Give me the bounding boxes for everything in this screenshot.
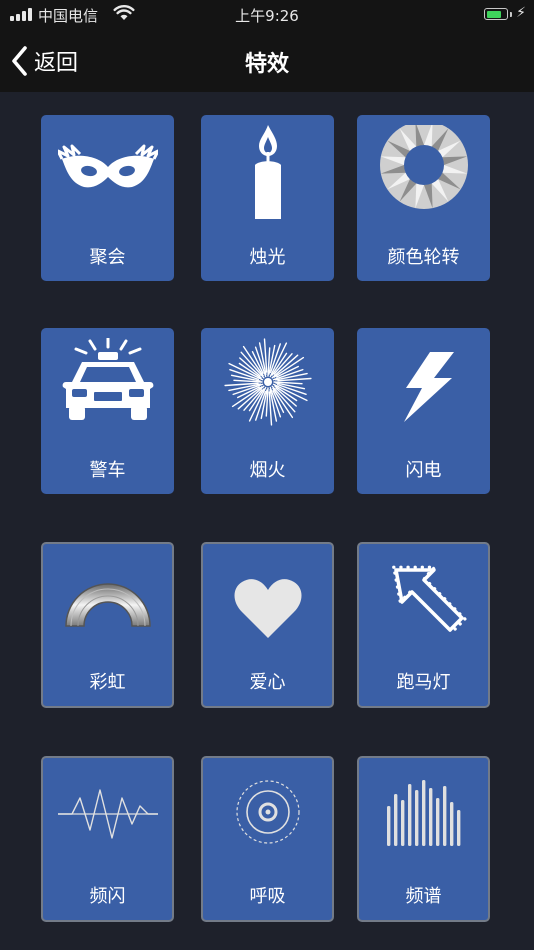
effect-tile-heart[interactable]: 爱心 — [201, 542, 334, 708]
police-car-icon — [62, 338, 153, 420]
effect-label: 警车 — [89, 460, 126, 481]
status-bar: 中国电信 上午9:26 ⚡ — [0, 0, 534, 30]
effect-label: 颜色轮转 — [387, 247, 460, 268]
effect-label: 彩虹 — [89, 672, 126, 693]
party-mask-icon — [57, 144, 158, 188]
effect-tile-fireworks[interactable]: 烟火 — [201, 328, 334, 494]
page-title: 特效 — [244, 52, 289, 77]
battery-icon — [484, 8, 508, 20]
status-time: 上午9:26 — [235, 7, 299, 25]
effect-tile-rainbow[interactable]: 彩虹 — [41, 542, 174, 708]
effect-label: 呼吸 — [249, 886, 286, 907]
charging-bolt-icon: ⚡ — [516, 5, 526, 21]
effect-tile-party[interactable]: 聚会 — [41, 115, 174, 281]
effect-label: 跑马灯 — [396, 672, 451, 693]
breathing-circle-icon — [235, 780, 300, 844]
lightning-icon — [403, 352, 454, 422]
effect-tile-lightning[interactable]: 闪电 — [357, 328, 490, 494]
effect-tile-police-car[interactable]: 警车 — [41, 328, 174, 494]
heart-icon — [234, 579, 301, 638]
effect-label: 频闪 — [89, 886, 126, 907]
fireworks-icon — [223, 338, 312, 426]
effect-tile-breathing[interactable]: 呼吸 — [201, 756, 334, 922]
effect-label: 爱心 — [249, 672, 286, 693]
effects-grid: 聚会 烛光 颜色轮转 警车 烟火 闪电 彩虹 爱心 跑马灯 频闪 呼吸 频谱 — [0, 92, 534, 950]
effect-label: 聚会 — [89, 247, 126, 268]
effect-tile-marquee[interactable]: 跑马灯 — [357, 542, 490, 708]
effect-label: 烛光 — [249, 247, 286, 268]
strobe-wave-icon — [57, 789, 158, 839]
navigation-bar: 返回 特效 — [0, 30, 534, 92]
effect-label: 频谱 — [405, 886, 442, 907]
battery-cap — [510, 12, 512, 17]
candle-icon — [254, 125, 281, 219]
effect-tile-strobe[interactable]: 频闪 — [41, 756, 174, 922]
effect-tile-candle[interactable]: 烛光 — [201, 115, 334, 281]
marquee-arrow-icon — [391, 565, 467, 635]
rainbow-icon — [64, 583, 151, 627]
effect-tile-spectrum[interactable]: 频谱 — [357, 756, 490, 922]
spectrum-bars-icon — [386, 780, 460, 846]
effect-tile-color-wheel[interactable]: 颜色轮转 — [357, 115, 490, 281]
effect-label: 闪电 — [405, 460, 442, 481]
color-wheel-icon — [379, 125, 468, 209]
effect-label: 烟火 — [249, 460, 286, 481]
